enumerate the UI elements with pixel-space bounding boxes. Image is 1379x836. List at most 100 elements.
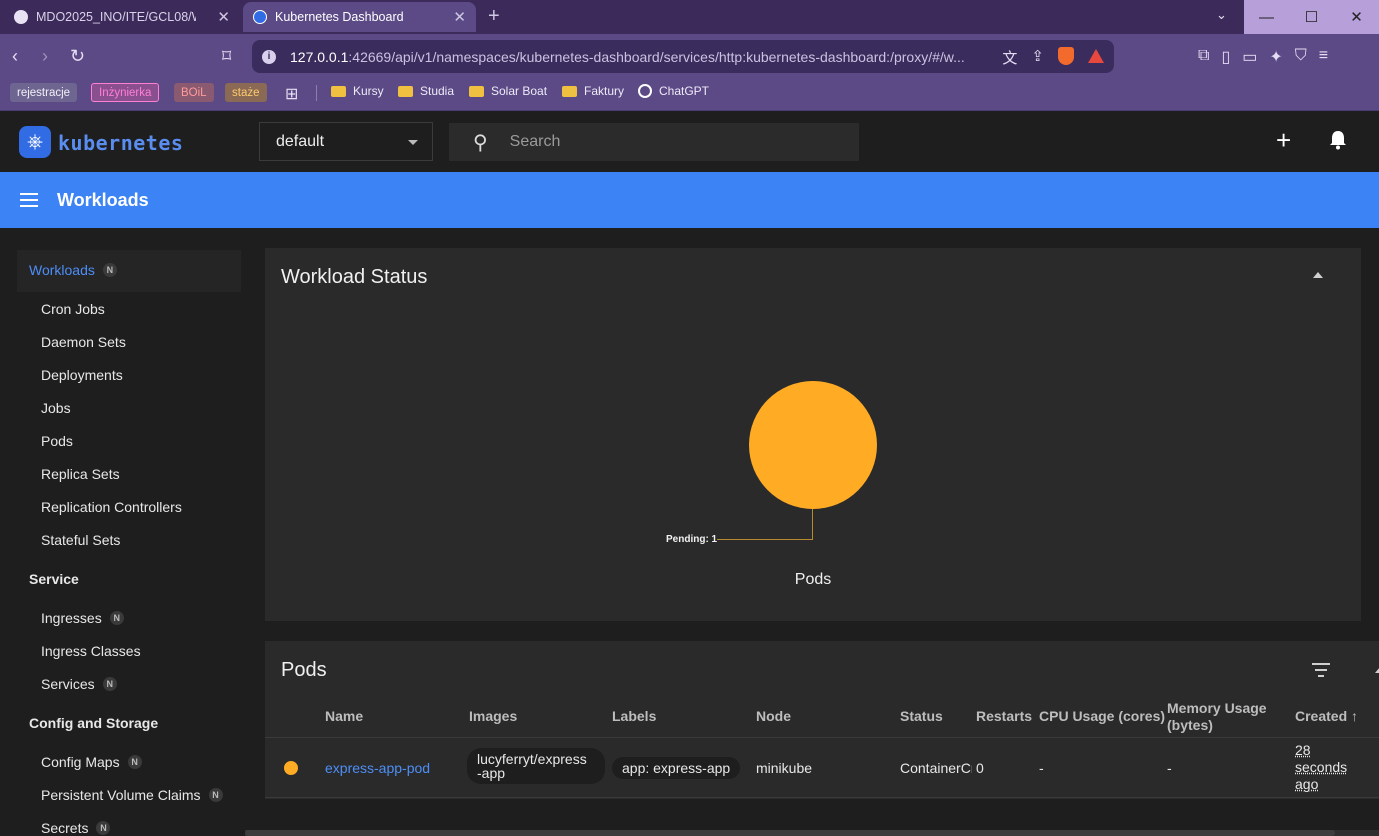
kubernetes-logo-icon[interactable]: ⎈ [19, 126, 51, 158]
namespace-select[interactable]: default [259, 122, 433, 161]
sidebar-item-services[interactable]: Services N [41, 676, 117, 692]
column-header-name[interactable]: Name [325, 708, 363, 725]
status-pending-icon [284, 761, 298, 775]
column-header-images: Images [469, 708, 518, 724]
node-value[interactable]: minikube [756, 760, 812, 776]
pie-chart-title: Pods [794, 571, 832, 588]
window-close-button[interactable]: ✕ [1334, 0, 1379, 34]
pod-name-link[interactable]: express-app-pod [325, 760, 430, 776]
new-badge: N [102, 677, 117, 691]
bookmark-divider [316, 85, 317, 101]
sidebar-icon[interactable]: ▯ [1221, 47, 1230, 67]
new-badge: N [208, 788, 223, 802]
notifications-bell-icon[interactable] [1329, 130, 1347, 150]
pie-label-pending: Pending: 1 [666, 534, 718, 545]
pie-leader-line [717, 539, 813, 540]
kubernetes-icon [253, 10, 267, 24]
apps-grid-icon[interactable]: ⊞ [285, 84, 298, 104]
chevron-down-icon[interactable]: ⌄ [1216, 7, 1227, 23]
folder-icon [398, 85, 413, 97]
bookmark-chatgpt[interactable]: ChatGPT [638, 84, 709, 98]
bookmark-rejestracje[interactable]: rejestracje [10, 83, 78, 102]
status-value: ContainerCr [900, 760, 972, 776]
sidebar-item-cron-jobs[interactable]: Cron Jobs [41, 301, 105, 317]
wallet-icon[interactable]: ▭ [1242, 47, 1257, 67]
table-divider [265, 797, 1379, 798]
sidebar-item-deployments[interactable]: Deployments [41, 367, 123, 383]
sidebar-item-secrets[interactable]: Secrets N [41, 820, 111, 836]
sidebar-item-ingress-classes[interactable]: Ingress Classes [41, 643, 141, 659]
column-header-node[interactable]: Node [756, 708, 791, 725]
browser-tab-github[interactable]: MDO2025_INO/ITE/GCL08/WS ✕ [4, 2, 240, 32]
search-box: ⚲ [449, 123, 859, 161]
brave-shield-icon[interactable] [1058, 47, 1074, 65]
extensions-icon[interactable]: ⧉ [1198, 47, 1209, 67]
collapse-arrow-icon[interactable] [1313, 272, 1323, 278]
reload-icon[interactable]: ↻ [70, 46, 85, 67]
sidebar-item-replication-controllers[interactable]: Replication Controllers [41, 499, 182, 515]
sidebar-item-pods[interactable]: Pods [41, 433, 73, 449]
sidebar-item-daemon-sets[interactable]: Daemon Sets [41, 334, 126, 350]
brave-rewards-icon[interactable] [1088, 49, 1104, 63]
bookmark-boil[interactable]: BOiL [174, 83, 214, 102]
label-chip[interactable]: app: express-app [612, 757, 741, 779]
create-resource-button[interactable]: + [1276, 127, 1291, 153]
site-info-icon[interactable]: i [262, 49, 276, 64]
folder-icon [469, 85, 484, 97]
minimize-button[interactable]: — [1244, 0, 1289, 34]
github-icon [14, 10, 28, 24]
filter-icon[interactable] [1312, 663, 1330, 677]
bookmark-inzynierka[interactable]: Inżynierka [91, 83, 160, 102]
browser-tab-kubernetes[interactable]: Kubernetes Dashboard ✕ [243, 2, 476, 32]
app-brand[interactable]: kubernetes [58, 131, 183, 155]
back-icon[interactable]: ‹ [12, 46, 18, 67]
bookmark-folder-studia[interactable]: Studia [398, 84, 454, 98]
pie-leader-line [812, 509, 813, 540]
folder-icon [562, 85, 577, 97]
vpn-icon[interactable]: ⛉ [1295, 47, 1307, 67]
browser-toolbar: ‹ › ↻ ⌑ i 127.0.0.1:42669/api/v1/namespa… [0, 34, 1379, 80]
sidebar-item-jobs[interactable]: Jobs [41, 400, 71, 416]
new-tab-button[interactable]: + [488, 5, 500, 28]
sidebar-item-persistent-volume-claims[interactable]: Persistent Volume Claims N [41, 787, 223, 803]
search-icon: ⚲ [473, 131, 488, 154]
dropdown-arrow-icon [408, 140, 418, 145]
close-icon[interactable]: ✕ [217, 8, 230, 26]
sidebar-item-replica-sets[interactable]: Replica Sets [41, 466, 120, 482]
column-header-status[interactable]: Status [900, 708, 943, 725]
scrollbar-thumb[interactable] [245, 830, 1335, 836]
column-header-restarts: Restarts [976, 708, 1033, 724]
close-icon[interactable]: ✕ [453, 8, 466, 26]
page-title: Workloads [57, 190, 149, 210]
translate-icon[interactable]: 文 [1002, 47, 1017, 68]
bookmark-staze[interactable]: staże [225, 83, 267, 102]
pods-pie-slice-pending[interactable] [749, 381, 877, 509]
column-header-created[interactable]: Created ↑ [1295, 708, 1358, 725]
bookmark-folder-solar-boat[interactable]: Solar Boat [469, 84, 547, 98]
bookmark-folder-kursy[interactable]: Kursy [331, 84, 384, 98]
sidebar-section-service[interactable]: Service [29, 571, 79, 587]
sidebar-item-workloads[interactable]: Workloads N [29, 262, 117, 278]
new-badge: N [127, 755, 142, 769]
card-title: Pods [281, 659, 327, 681]
forward-icon[interactable]: › [42, 46, 48, 67]
search-input[interactable] [509, 133, 810, 151]
arrow-up-icon: ↑ [1351, 708, 1359, 724]
collapse-arrow-icon[interactable] [1375, 667, 1379, 673]
new-badge: N [102, 263, 117, 277]
bookmark-folder-faktury[interactable]: Faktury [562, 84, 624, 98]
maximize-button[interactable]: ☐ [1289, 0, 1334, 34]
share-icon[interactable]: ⇪ [1031, 47, 1044, 68]
sidebar-item-config-maps[interactable]: Config Maps N [41, 754, 142, 770]
bookmark-icon[interactable]: ⌑ [222, 46, 231, 67]
address-bar[interactable]: i 127.0.0.1:42669/api/v1/namespaces/kube… [252, 40, 1114, 73]
sidebar-section-config-storage[interactable]: Config and Storage [29, 715, 158, 731]
leo-ai-icon[interactable]: ✦ [1269, 47, 1282, 67]
menu-icon[interactable]: ≡ [1319, 47, 1328, 67]
sidebar-item-ingresses[interactable]: Ingresses N [41, 610, 124, 626]
column-header-memory: Memory Usage (bytes) [1167, 700, 1267, 733]
hamburger-menu-icon[interactable] [20, 193, 38, 207]
sidebar-item-stateful-sets[interactable]: Stateful Sets [41, 532, 120, 548]
chatgpt-icon [638, 84, 652, 98]
namespace-value: default [276, 132, 325, 150]
